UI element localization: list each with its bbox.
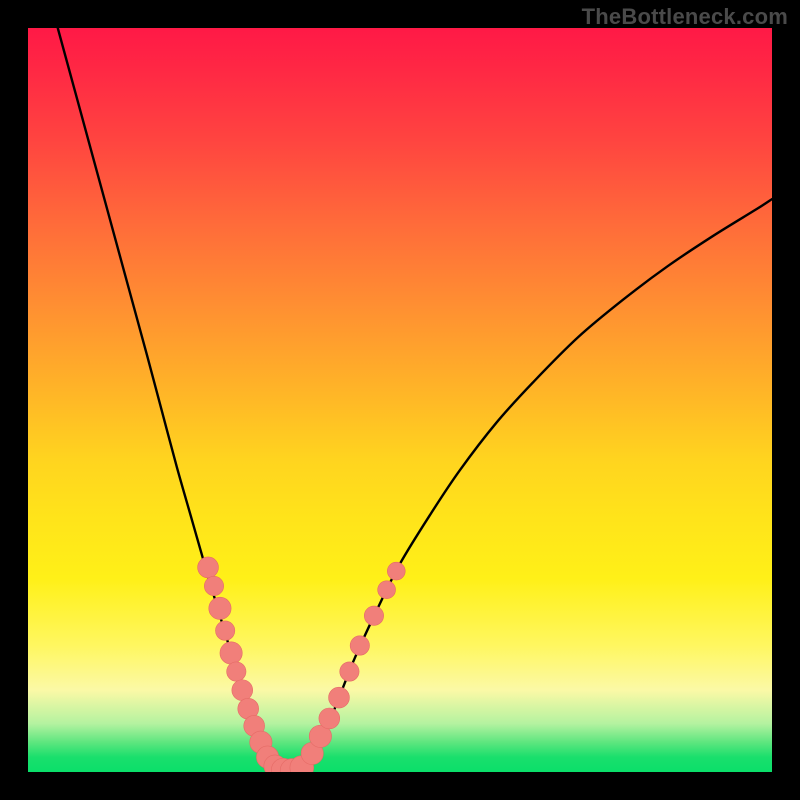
data-dot xyxy=(232,680,253,701)
data-dot xyxy=(364,606,383,625)
data-dot xyxy=(209,597,231,619)
chart-svg xyxy=(28,28,772,772)
data-dot xyxy=(387,562,405,580)
chart-frame: TheBottleneck.com xyxy=(0,0,800,800)
v-curve-path xyxy=(58,28,772,772)
data-dot xyxy=(319,708,340,729)
data-dot xyxy=(350,636,369,655)
data-dot xyxy=(198,557,219,578)
data-dot xyxy=(215,621,234,640)
data-dot xyxy=(340,662,359,681)
plot-area xyxy=(28,28,772,772)
data-dot xyxy=(204,576,223,595)
watermark-text: TheBottleneck.com xyxy=(582,4,788,30)
data-dot xyxy=(329,687,350,708)
data-dots xyxy=(198,557,406,772)
data-dot xyxy=(378,581,396,599)
bottleneck-curve xyxy=(58,28,772,772)
data-dot xyxy=(227,662,246,681)
data-dot xyxy=(220,642,242,664)
